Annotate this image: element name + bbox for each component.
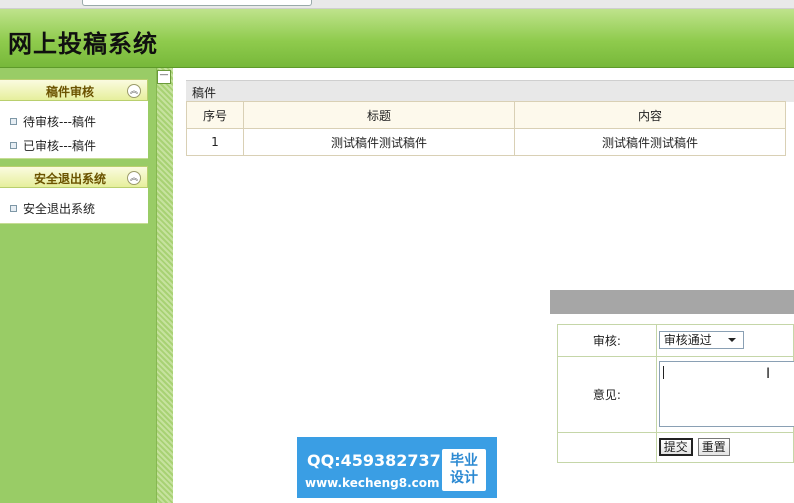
watermark-badge-line2: 设计: [450, 470, 478, 486]
sidebar-item-reviewed[interactable]: 已审核---稿件: [10, 137, 96, 154]
collapse-icon[interactable]: —: [157, 70, 171, 84]
review-dialog: 审核: 审核通过 意见: 提交 重置 I: [550, 290, 794, 503]
sidebar: 稿件审核 ︽ 待审核---稿件 已审核---稿件 安全退出系统 ︽ 安全退出系统: [0, 68, 156, 503]
panel-title-review: 稿件审核: [45, 85, 94, 99]
review-result-value: 审核通过: [663, 333, 712, 347]
cell-content: 测试稿件测试稿件: [514, 128, 786, 156]
review-select-cell: 审核通过: [655, 324, 794, 357]
sidebar-item-label: 安全退出系统: [23, 202, 96, 216]
section-title: 稿件: [192, 86, 217, 100]
empty-cell: [557, 432, 657, 463]
panel-body-review: 待审核---稿件 已审核---稿件: [0, 101, 148, 159]
column-header-title: 标题: [243, 101, 515, 129]
cell-title: 测试稿件测试稿件: [243, 128, 515, 156]
opinion-textarea[interactable]: [658, 361, 794, 427]
table-row[interactable]: 1 测试稿件测试稿件 测试稿件测试稿件: [186, 128, 786, 156]
dialog-title-bar[interactable]: [550, 290, 794, 314]
panel-title-logout: 安全退出系统: [33, 172, 106, 186]
dropdown-arrow-icon: [727, 338, 736, 342]
panel-header-review[interactable]: 稿件审核 ︽: [0, 79, 148, 101]
watermark-badge: 毕业 设计: [442, 449, 486, 491]
sidebar-item-label: 已审核---稿件: [23, 139, 96, 153]
panel-body-logout: 安全退出系统: [0, 188, 148, 224]
opinion-label: 意见:: [557, 356, 657, 433]
watermark-qq: QQ:459382737: [307, 451, 441, 470]
opinion-cell: [655, 356, 794, 433]
watermark-banner: QQ:459382737 www.kecheng8.com 毕业 设计: [297, 437, 497, 498]
app-title: 网上投稿系统: [8, 29, 158, 58]
app-header: 网上投稿系统: [0, 9, 794, 68]
collapse-up-icon[interactable]: ︽: [127, 84, 141, 98]
bullet-icon: [10, 205, 17, 212]
table-header-row: 序号 标题 内容: [186, 101, 786, 129]
reset-button[interactable]: 重置: [697, 438, 730, 456]
column-header-content: 内容: [514, 101, 786, 129]
manuscript-table: 序号 标题 内容 1 测试稿件测试稿件 测试稿件测试稿件: [186, 101, 786, 156]
sidebar-splitter[interactable]: [156, 68, 173, 503]
column-header-index: 序号: [186, 101, 244, 129]
watermark-url: www.kecheng8.com: [305, 476, 440, 490]
review-result-select[interactable]: 审核通过: [658, 331, 744, 349]
sidebar-item-logout[interactable]: 安全退出系统: [10, 200, 95, 217]
review-label: 审核:: [557, 324, 657, 357]
sidebar-item-pending[interactable]: 待审核---稿件: [10, 113, 96, 130]
buttons-cell: 提交 重置: [655, 432, 794, 463]
bullet-icon: [10, 142, 17, 149]
address-bar-edge[interactable]: [82, 0, 312, 6]
section-header: 稿件: [186, 80, 794, 102]
watermark-badge-line1: 毕业: [450, 453, 478, 469]
bullet-icon: [10, 118, 17, 125]
browser-top-strip: [0, 0, 794, 9]
text-caret: [662, 366, 664, 379]
review-form: 审核: 审核通过 意见: 提交 重置: [557, 324, 794, 463]
panel-header-logout[interactable]: 安全退出系统 ︽: [0, 166, 148, 188]
ibeam-cursor-icon: I: [766, 366, 771, 382]
cell-index: 1: [186, 128, 244, 156]
sidebar-item-label: 待审核---稿件: [23, 115, 96, 129]
collapse-up-icon[interactable]: ︽: [127, 171, 141, 185]
submit-button[interactable]: 提交: [658, 438, 693, 456]
